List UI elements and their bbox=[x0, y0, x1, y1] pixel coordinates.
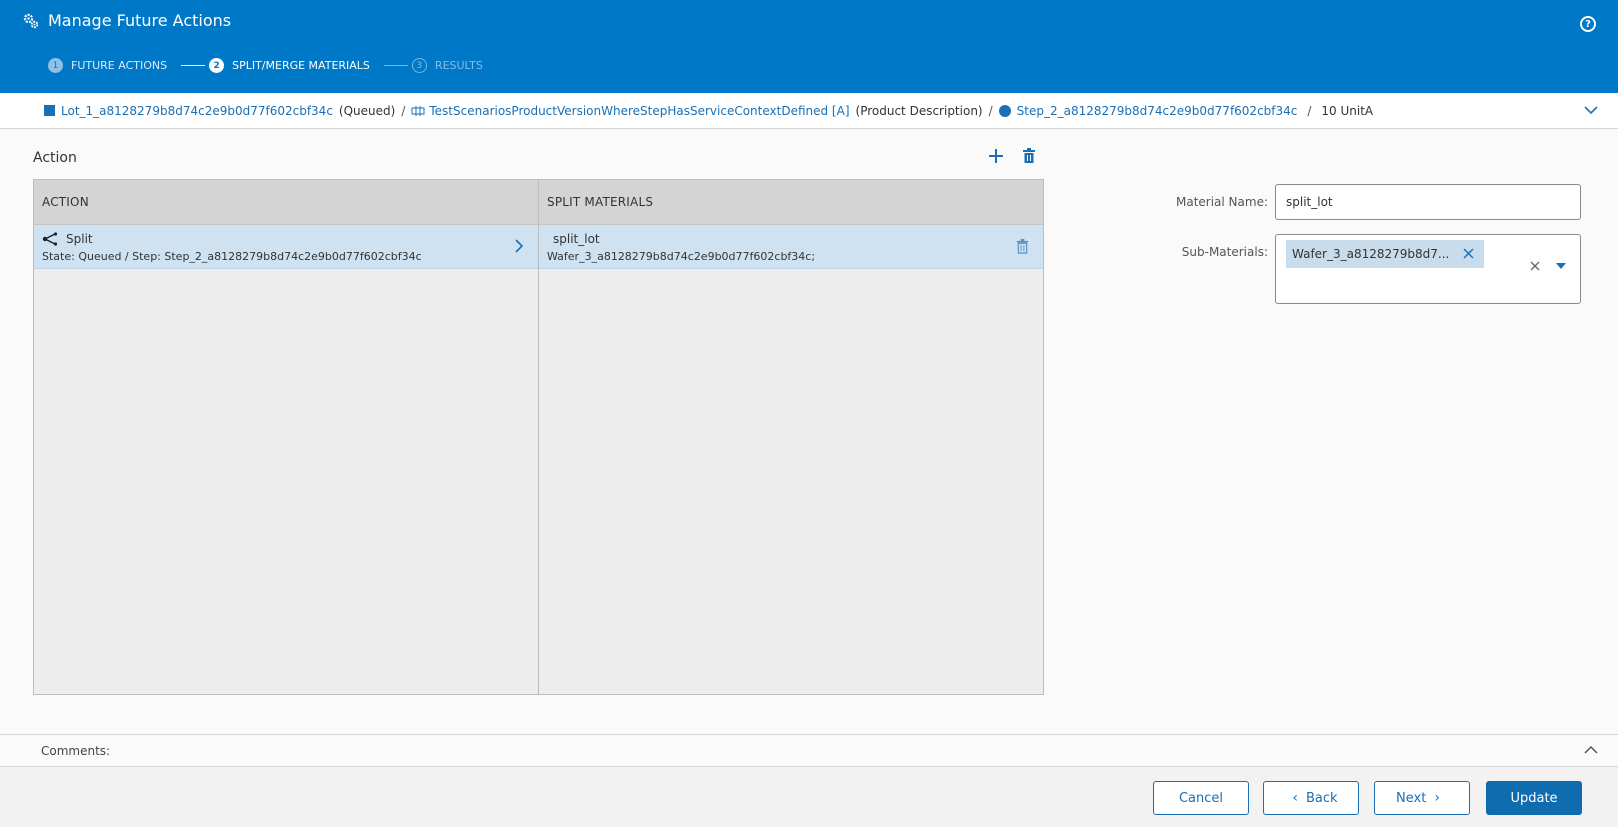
title-text: Manage Future Actions bbox=[48, 11, 232, 30]
step-label: SPLIT/MERGE MATERIALS bbox=[232, 59, 370, 72]
step-number: 2 bbox=[209, 58, 225, 73]
breadcrumb-lot-state: (Queued) bbox=[338, 103, 396, 118]
breadcrumb-separator: / bbox=[401, 103, 406, 118]
page-title: Manage Future Actions bbox=[22, 11, 231, 30]
step-connector bbox=[181, 65, 206, 66]
material-name-input[interactable] bbox=[1275, 184, 1581, 220]
sub-materials-select[interactable]: Wafer_3_a8128279b8d7... bbox=[1275, 234, 1581, 304]
step-connector bbox=[383, 65, 408, 66]
breadcrumb-step-link[interactable]: Step_2_a8128279b8d74c2e9b0d77f602cbf34c bbox=[1017, 104, 1298, 118]
split-material-detail: Wafer_3_a8128279b8d74c2e9b0d77f602cbf34c… bbox=[547, 250, 816, 263]
gears-icon bbox=[22, 12, 40, 30]
breadcrumb-product-link[interactable]: TestScenariosProductVersionWhereStepHasS… bbox=[429, 104, 849, 118]
step-label: RESULTS bbox=[434, 59, 483, 72]
update-button[interactable]: Update bbox=[1486, 781, 1582, 815]
action-row-name: Split bbox=[66, 232, 93, 246]
sub-materials-label: Sub-Materials: bbox=[1181, 245, 1268, 259]
action-row-split[interactable]: Split State: Queued / Step: Step_2_a8128… bbox=[34, 225, 538, 269]
dropdown-caret-icon[interactable] bbox=[1556, 263, 1566, 269]
sub-material-chip-label: Wafer_3_a8128279b8d7... bbox=[1292, 247, 1450, 261]
back-button[interactable]: ‹ Back bbox=[1263, 781, 1359, 815]
product-version-icon bbox=[411, 105, 425, 116]
split-icon bbox=[42, 232, 58, 246]
next-button[interactable]: Next › bbox=[1374, 781, 1470, 815]
next-label: Next bbox=[1396, 790, 1427, 806]
plus-icon[interactable] bbox=[988, 148, 1004, 164]
action-column: ACTION Split State: Queued / Step: Step_… bbox=[34, 180, 539, 694]
breadcrumb: Lot_1_a8128279b8d74c2e9b0d77f602cbf34c (… bbox=[0, 93, 1618, 129]
section-title-action: Action bbox=[33, 150, 77, 166]
chevron-left-icon: ‹ bbox=[1292, 790, 1299, 806]
chevron-up-icon[interactable] bbox=[1584, 745, 1598, 755]
comments-panel[interactable]: Comments: bbox=[0, 734, 1618, 767]
breadcrumb-separator: / bbox=[1307, 103, 1312, 118]
split-material-name: split_lot bbox=[553, 232, 600, 246]
cancel-button[interactable]: Cancel bbox=[1153, 781, 1249, 815]
action-row-detail: State: Queued / Step: Step_2_a8128279b8d… bbox=[42, 250, 422, 263]
wizard-steps: 1 FUTURE ACTIONS 2 SPLIT/MERGE MATERIALS… bbox=[48, 58, 483, 73]
lot-square-icon bbox=[44, 105, 55, 116]
split-materials-column: SPLIT MATERIALS split_lot Wafer_3_a81282… bbox=[539, 180, 1043, 694]
question-circle-icon[interactable]: ? bbox=[1580, 16, 1596, 32]
action-grid: ACTION Split State: Queued / Step: Step_… bbox=[33, 179, 1044, 695]
clear-icon[interactable] bbox=[1530, 261, 1540, 271]
cancel-label: Cancel bbox=[1178, 790, 1224, 806]
back-label: Back bbox=[1306, 790, 1338, 806]
comments-label: Comments: bbox=[41, 744, 111, 758]
column-header-action: ACTION bbox=[34, 180, 538, 225]
breadcrumb-quantity: 10 UnitA bbox=[1321, 103, 1374, 118]
chevron-down-icon[interactable] bbox=[1584, 105, 1598, 115]
close-icon[interactable] bbox=[1463, 248, 1474, 259]
trash-icon[interactable] bbox=[1016, 239, 1029, 254]
breadcrumb-lot-link[interactable]: Lot_1_a8128279b8d74c2e9b0d77f602cbf34c bbox=[61, 104, 333, 118]
chevron-right-icon: › bbox=[1434, 790, 1440, 806]
update-label: Update bbox=[1510, 790, 1558, 806]
sub-material-chip: Wafer_3_a8128279b8d7... bbox=[1286, 240, 1484, 268]
step-future-actions[interactable]: 1 FUTURE ACTIONS bbox=[48, 58, 167, 73]
breadcrumb-product-description: (Product Description) bbox=[855, 103, 983, 118]
split-material-row[interactable]: split_lot Wafer_3_a8128279b8d74c2e9b0d77… bbox=[539, 225, 1043, 269]
footer-bar: Cancel ‹ Back Next › Update bbox=[0, 767, 1618, 827]
trash-icon[interactable] bbox=[1022, 148, 1036, 164]
step-number: 3 bbox=[411, 58, 427, 73]
breadcrumb-separator: / bbox=[988, 103, 993, 118]
step-split-merge-materials[interactable]: 2 SPLIT/MERGE MATERIALS bbox=[209, 58, 370, 73]
column-header-split-materials: SPLIT MATERIALS bbox=[539, 180, 1043, 225]
step-label: FUTURE ACTIONS bbox=[71, 59, 168, 72]
material-name-label: Material Name: bbox=[1175, 195, 1268, 209]
step-results: 3 RESULTS bbox=[411, 58, 483, 73]
chevron-right-icon[interactable] bbox=[514, 239, 524, 253]
step-number: 1 bbox=[48, 58, 63, 73]
step-circle-icon bbox=[998, 104, 1011, 117]
header-bar: Manage Future Actions ? 1 FUTURE ACTIONS… bbox=[0, 0, 1618, 93]
